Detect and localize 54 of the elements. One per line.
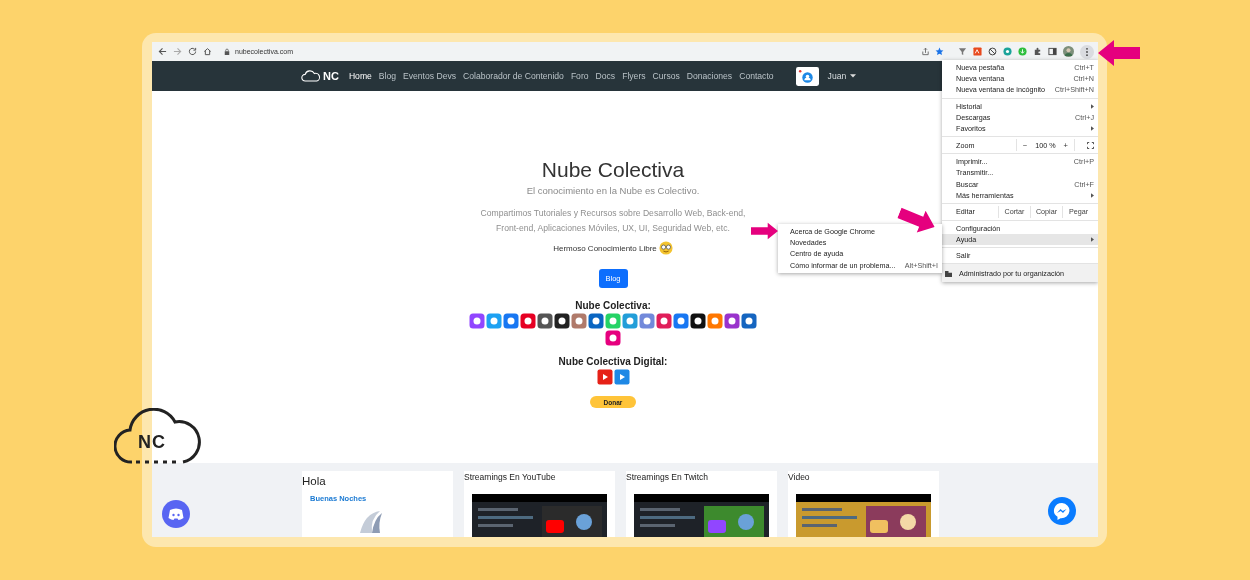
section-title: Nube Colectiva: [575,300,651,312]
nav-link[interactable]: Donaciones [686,71,733,81]
site-subtitle: El conocimiento en la Nube es Colectivo. [526,185,700,197]
nav-link[interactable]: Home [348,71,372,81]
home-icon[interactable] [203,47,212,56]
lock-icon [224,47,230,56]
card-title: Hola [302,474,327,488]
submenu-arrow-icon [1091,126,1094,132]
extension-icon[interactable] [1003,47,1012,56]
submenu-arrow-icon [1091,103,1094,109]
card-title: Video [788,471,811,483]
site-description: Compartimos Tutoriales y Recursos sobre Desarrollo Web, Back-end, Front-end, Aplicaciones Móviles, UX, UI, Seguridad Web, etc. [479,207,747,235]
cloud-icon [114,408,202,464]
nav-link[interactable]: Colaborador de Contenido [463,71,564,81]
nav-link[interactable]: Docs [595,71,616,81]
cloud-icon [301,70,321,82]
share-icon[interactable] [921,47,930,56]
caret-icon[interactable] [850,74,857,78]
social-icon[interactable] [554,313,570,329]
menu-icon[interactable] [1080,44,1094,59]
nav-link[interactable]: Eventos Devs [403,71,457,81]
extension-icon[interactable] [973,47,982,56]
reload-icon[interactable] [188,47,197,56]
messenger-button[interactable] [1048,497,1076,525]
nav-link[interactable]: Blog [378,71,397,81]
side-panel-icon[interactable] [1048,47,1057,56]
social-icon[interactable] [690,313,706,329]
social-icon[interactable] [537,313,553,329]
submenu-arrow-icon [1091,237,1094,243]
pointer-arrow [1098,40,1140,66]
star-icon[interactable] [935,47,944,56]
nav-link[interactable]: Foro [570,71,589,81]
tagline: Hermoso Conocimiento Libre [553,243,657,253]
nav-link[interactable]: Contacto [739,71,774,81]
puzzle-icon[interactable] [1033,47,1042,56]
building-icon [945,269,952,277]
logo-text: NC [138,432,166,453]
logo-text: NC [323,70,339,82]
user-avatar-icon[interactable] [795,66,819,86]
funnel-icon[interactable] [958,47,967,56]
submenu-arrow-icon [1091,192,1094,198]
site-title: Nube Colectiva [541,157,685,183]
blocked-icon[interactable] [988,47,997,56]
back-icon[interactable] [158,47,167,56]
nav-link[interactable]: Flyers [622,71,646,81]
section-title: Nube Colectiva Digital: [558,356,668,368]
nav-link[interactable]: Cursos [652,71,680,81]
card-title: Streamings En YouTube [464,471,557,483]
user-menu[interactable]: Juan [827,71,847,81]
nerd-face-icon [658,241,673,255]
fullscreen-icon[interactable] [1087,141,1094,149]
chat-bubble-button[interactable] [162,500,190,528]
avatar-icon[interactable] [1063,46,1074,57]
card-title: Streamings En Twitch [626,471,710,483]
